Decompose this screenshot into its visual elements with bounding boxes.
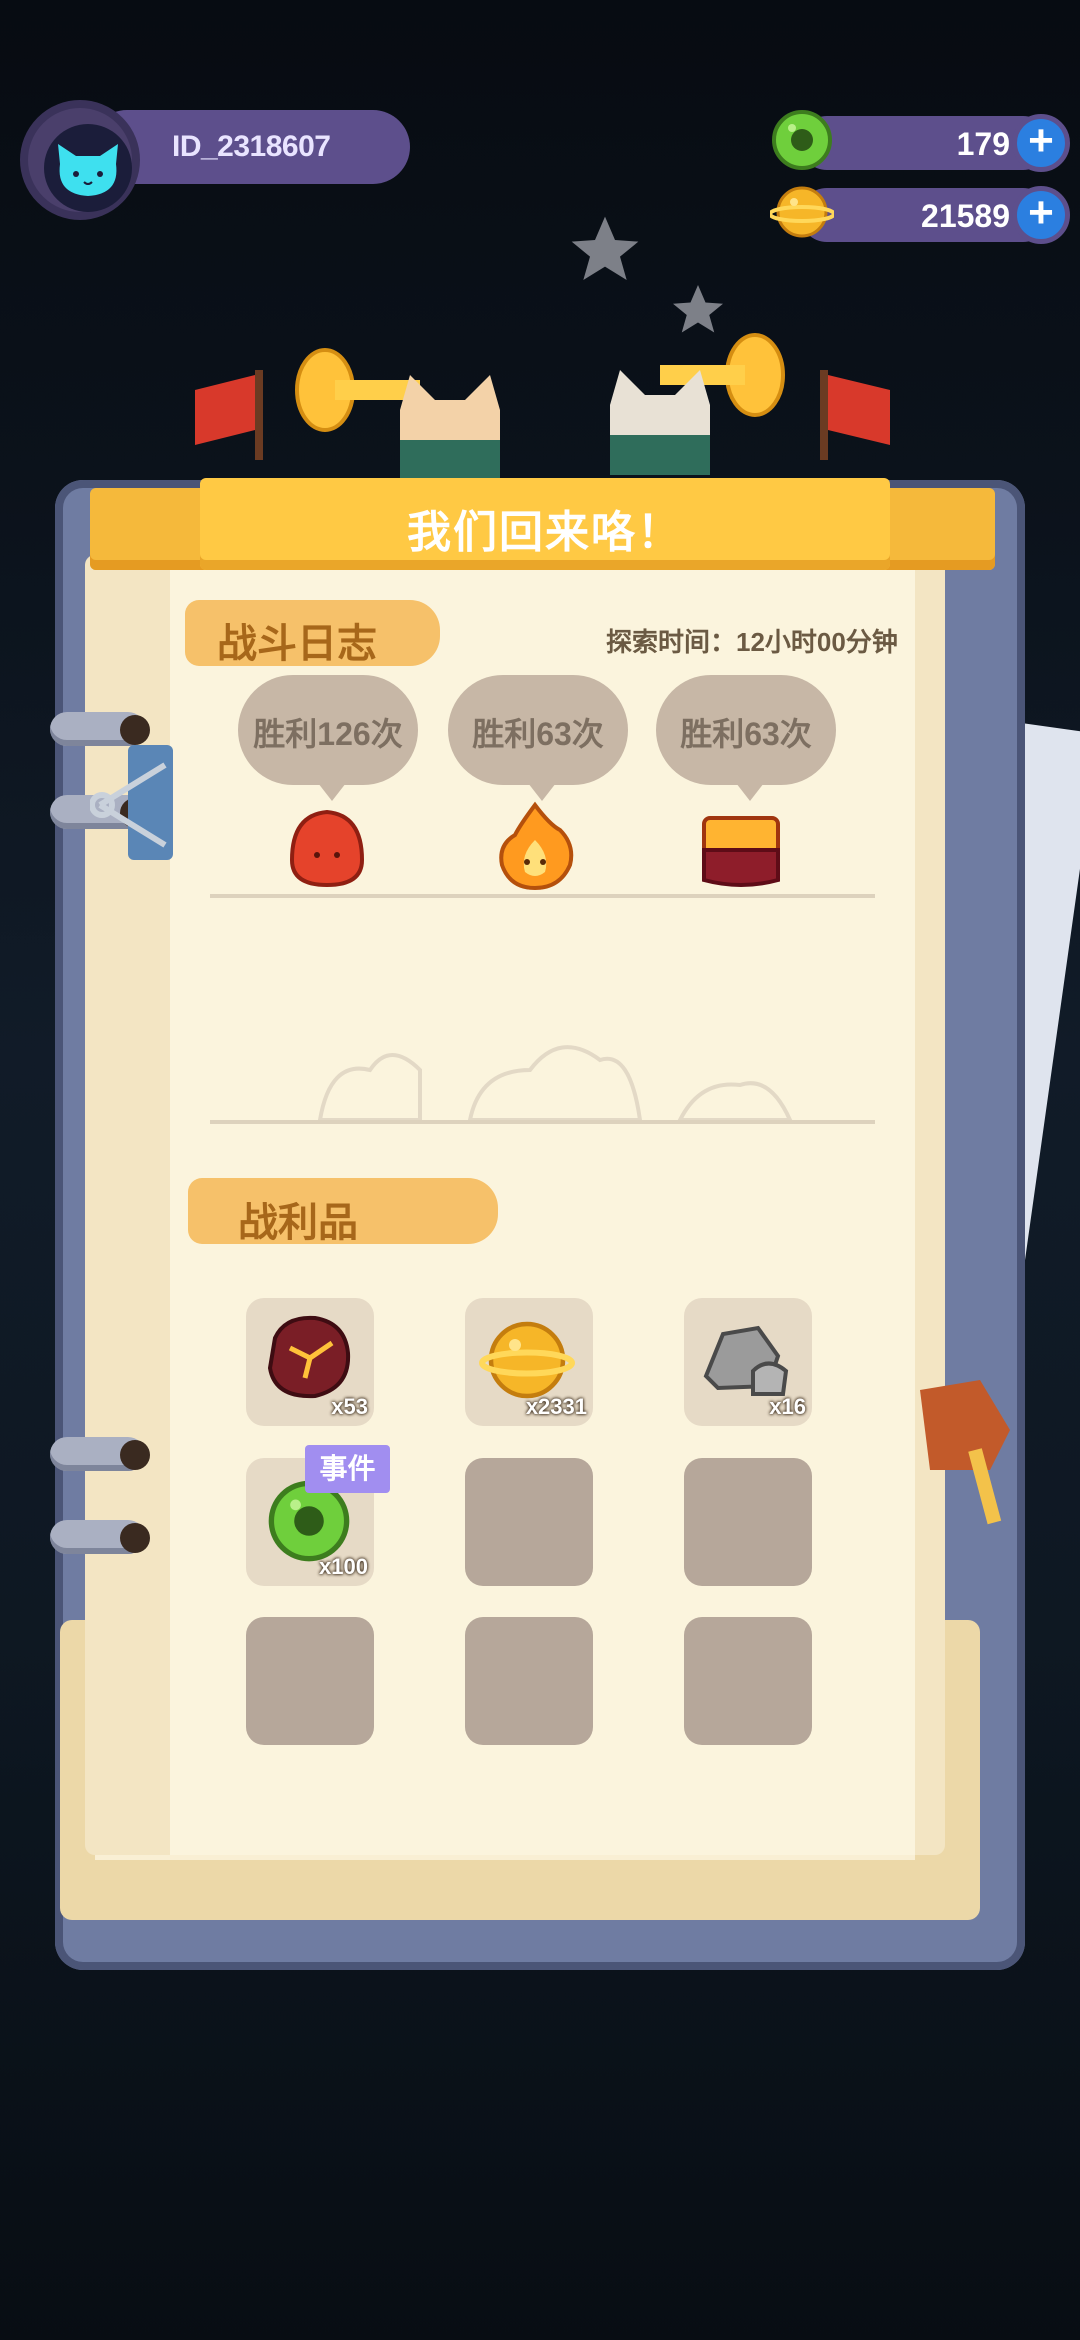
loot-qty: x53 — [331, 1394, 368, 1419]
bush-silhouette-icon — [317, 1045, 793, 1120]
coin-count: 21589 — [921, 198, 1010, 234]
battle-log-label: 战斗日志 — [217, 622, 377, 666]
loot-label: 战利品 — [238, 1201, 358, 1245]
add-coins-button[interactable]: + — [1012, 186, 1070, 244]
binder-hole — [120, 1440, 150, 1470]
win-bubble: 胜利63次 — [448, 675, 628, 801]
player-profile[interactable]: ID_2318607 — [20, 100, 410, 220]
background-bottom-nav — [0, 2060, 1080, 2340]
ground-line — [210, 894, 875, 898]
explore-time: 探索时间：12小时00分钟 — [606, 627, 898, 657]
red-flag-icon — [195, 370, 263, 460]
gold-planet-coin-icon — [770, 186, 834, 238]
dialog-title: 我们回来咯！ — [407, 508, 683, 557]
loot-slot[interactable]: x2331 — [465, 1298, 593, 1426]
player-id: ID_2318607 — [172, 130, 331, 163]
empty-loot-slot — [465, 1458, 593, 1586]
loot-qty: x2331 — [525, 1394, 587, 1419]
win-count: 胜利63次 — [680, 716, 812, 752]
loot-qty: x100 — [319, 1554, 368, 1579]
ground-line — [210, 1120, 875, 1124]
win-bubble: 胜利63次 — [656, 675, 836, 801]
black-cat-mascot-icon — [610, 370, 710, 475]
binder-hole — [120, 715, 150, 745]
empty-loot-slot — [684, 1458, 812, 1586]
red-slime-icon — [289, 809, 365, 888]
event-badge: 事件 — [305, 1445, 390, 1493]
grey-stone-icon — [703, 1325, 789, 1396]
binder-clip-icon — [90, 745, 173, 860]
lava-pudding-icon — [702, 816, 780, 887]
green-donut-gem-icon — [772, 110, 832, 170]
loot-slot[interactable]: x16 — [684, 1298, 812, 1426]
win-bubble: 胜利126次 — [238, 675, 418, 801]
add-gems-button[interactable]: + — [1012, 114, 1070, 172]
gem-count: 179 — [956, 126, 1010, 162]
win-count: 胜利126次 — [253, 716, 403, 752]
binder-hole — [120, 1523, 150, 1553]
red-flag-icon — [820, 370, 890, 460]
empty-loot-slot — [246, 1617, 374, 1745]
cat-avatar-icon — [44, 124, 132, 212]
magma-rock-icon — [267, 1315, 351, 1399]
win-count: 胜利63次 — [472, 716, 604, 752]
fire-spirit-icon — [499, 801, 574, 890]
bookmark-tag-icon — [920, 1380, 1010, 1525]
orange-cat-mascot-icon — [400, 375, 500, 480]
star-icon — [571, 216, 639, 280]
gem-currency: 179 + — [770, 108, 1070, 178]
empty-loot-slot — [465, 1617, 593, 1745]
loot-slot[interactable]: x53 — [246, 1298, 374, 1426]
coin-currency: 21589 + — [770, 180, 1070, 250]
loot-qty: x16 — [769, 1394, 806, 1419]
empty-loot-slot — [684, 1617, 812, 1745]
avatar[interactable] — [20, 100, 140, 220]
